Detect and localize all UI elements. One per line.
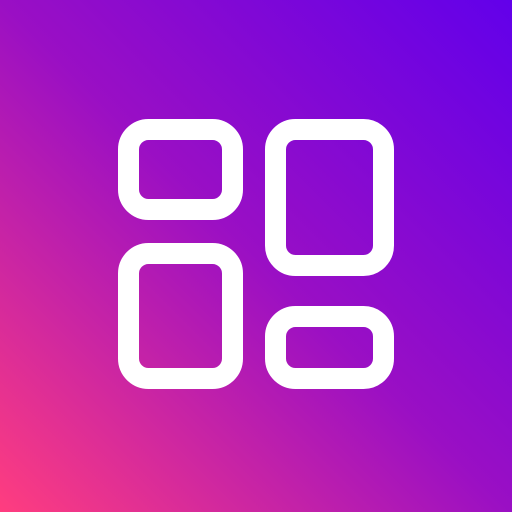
app-icon: [0, 0, 512, 512]
app-icon-canvas: [0, 0, 512, 512]
gradient-background: [0, 0, 512, 512]
